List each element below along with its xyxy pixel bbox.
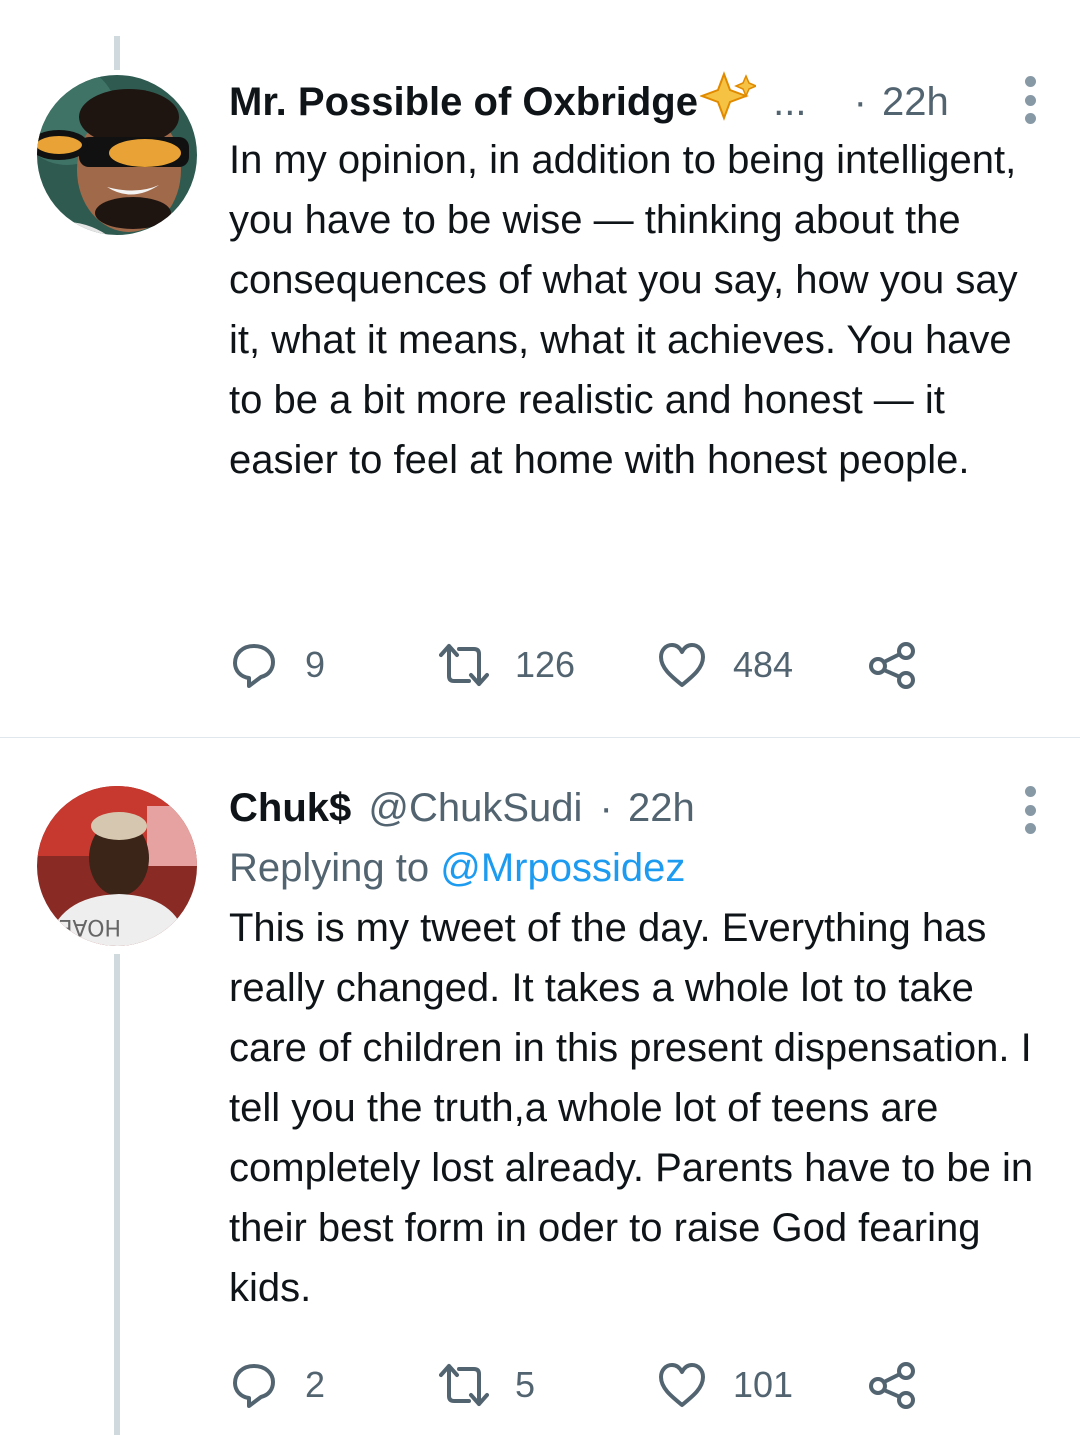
time-separator: · <box>599 786 613 830</box>
avatar[interactable] <box>37 75 197 235</box>
reply-icon <box>233 1364 275 1408</box>
display-name[interactable]: Chuk$ <box>229 786 351 830</box>
replying-label: Replying to <box>229 846 430 890</box>
user-handle[interactable]: @ChukSudi <box>368 786 582 830</box>
tweet-1[interactable]: Mr. Possible of Oxbridge ... · 22h In my… <box>0 0 1080 737</box>
time-separator: · <box>853 80 867 125</box>
reply-count: 9 <box>305 644 326 685</box>
timestamp[interactable]: 22h <box>628 786 695 830</box>
shirt-text: HOAE <box>59 914 121 939</box>
reply-button[interactable]: 2 <box>229 1360 325 1410</box>
timestamp[interactable]: 22h <box>882 80 949 124</box>
share-icon <box>869 642 915 689</box>
more-options-icon[interactable] <box>1020 786 1040 834</box>
retweet-icon <box>439 644 489 686</box>
tweet-content: Chuk$ @ChukSudi · 22h Replying to @Mrpos… <box>229 778 1040 1318</box>
tweet-header: Chuk$ @ChukSudi · 22h <box>229 778 1040 838</box>
tweet-2[interactable]: HOAE Chuk$ @ChukSudi · 22h Replying to @… <box>0 738 1080 1435</box>
like-button[interactable]: 101 <box>657 1360 793 1410</box>
like-count: 484 <box>733 644 794 685</box>
share-button[interactable] <box>867 1360 917 1410</box>
reply-button[interactable]: 9 <box>229 640 325 690</box>
reply-icon <box>233 644 275 688</box>
tweet-text: In my opinion, in addition to being inte… <box>229 138 1018 482</box>
like-count: 101 <box>733 1364 794 1405</box>
share-icon <box>869 1362 915 1409</box>
tweet-text: This is my tweet of the day. Everything … <box>229 906 1034 1310</box>
retweet-button[interactable]: 126 <box>439 640 575 690</box>
avatar-photo <box>37 75 197 235</box>
share-button[interactable] <box>867 640 917 690</box>
more-options-icon[interactable] <box>1020 76 1040 124</box>
retweet-icon <box>439 1364 489 1406</box>
replying-handle-link[interactable]: @Mrpossidez <box>440 846 685 890</box>
reply-count: 2 <box>305 1364 326 1405</box>
like-button[interactable]: 484 <box>657 640 793 690</box>
retweet-count: 5 <box>515 1364 536 1405</box>
avatar-photo: HOAE <box>37 786 197 946</box>
name-truncation: ... <box>773 80 807 125</box>
heart-icon <box>659 1363 705 1407</box>
tweet-actions: 9 126 484 <box>229 640 949 690</box>
display-name[interactable]: Mr. Possible of Oxbridge <box>229 80 698 124</box>
retweet-count: 126 <box>515 644 576 685</box>
heart-icon <box>659 643 705 687</box>
avatar[interactable]: HOAE <box>37 786 197 946</box>
tweet-actions: 2 5 101 <box>229 1360 949 1410</box>
sparkle-icon <box>699 70 758 139</box>
tweet-header: Mr. Possible of Oxbridge ... · 22h <box>229 70 1040 130</box>
tweet-content: Mr. Possible of Oxbridge ... · 22h In my… <box>229 70 1040 490</box>
replying-to: Replying to @Mrpossidez <box>229 838 1040 898</box>
retweet-button[interactable]: 5 <box>439 1360 535 1410</box>
